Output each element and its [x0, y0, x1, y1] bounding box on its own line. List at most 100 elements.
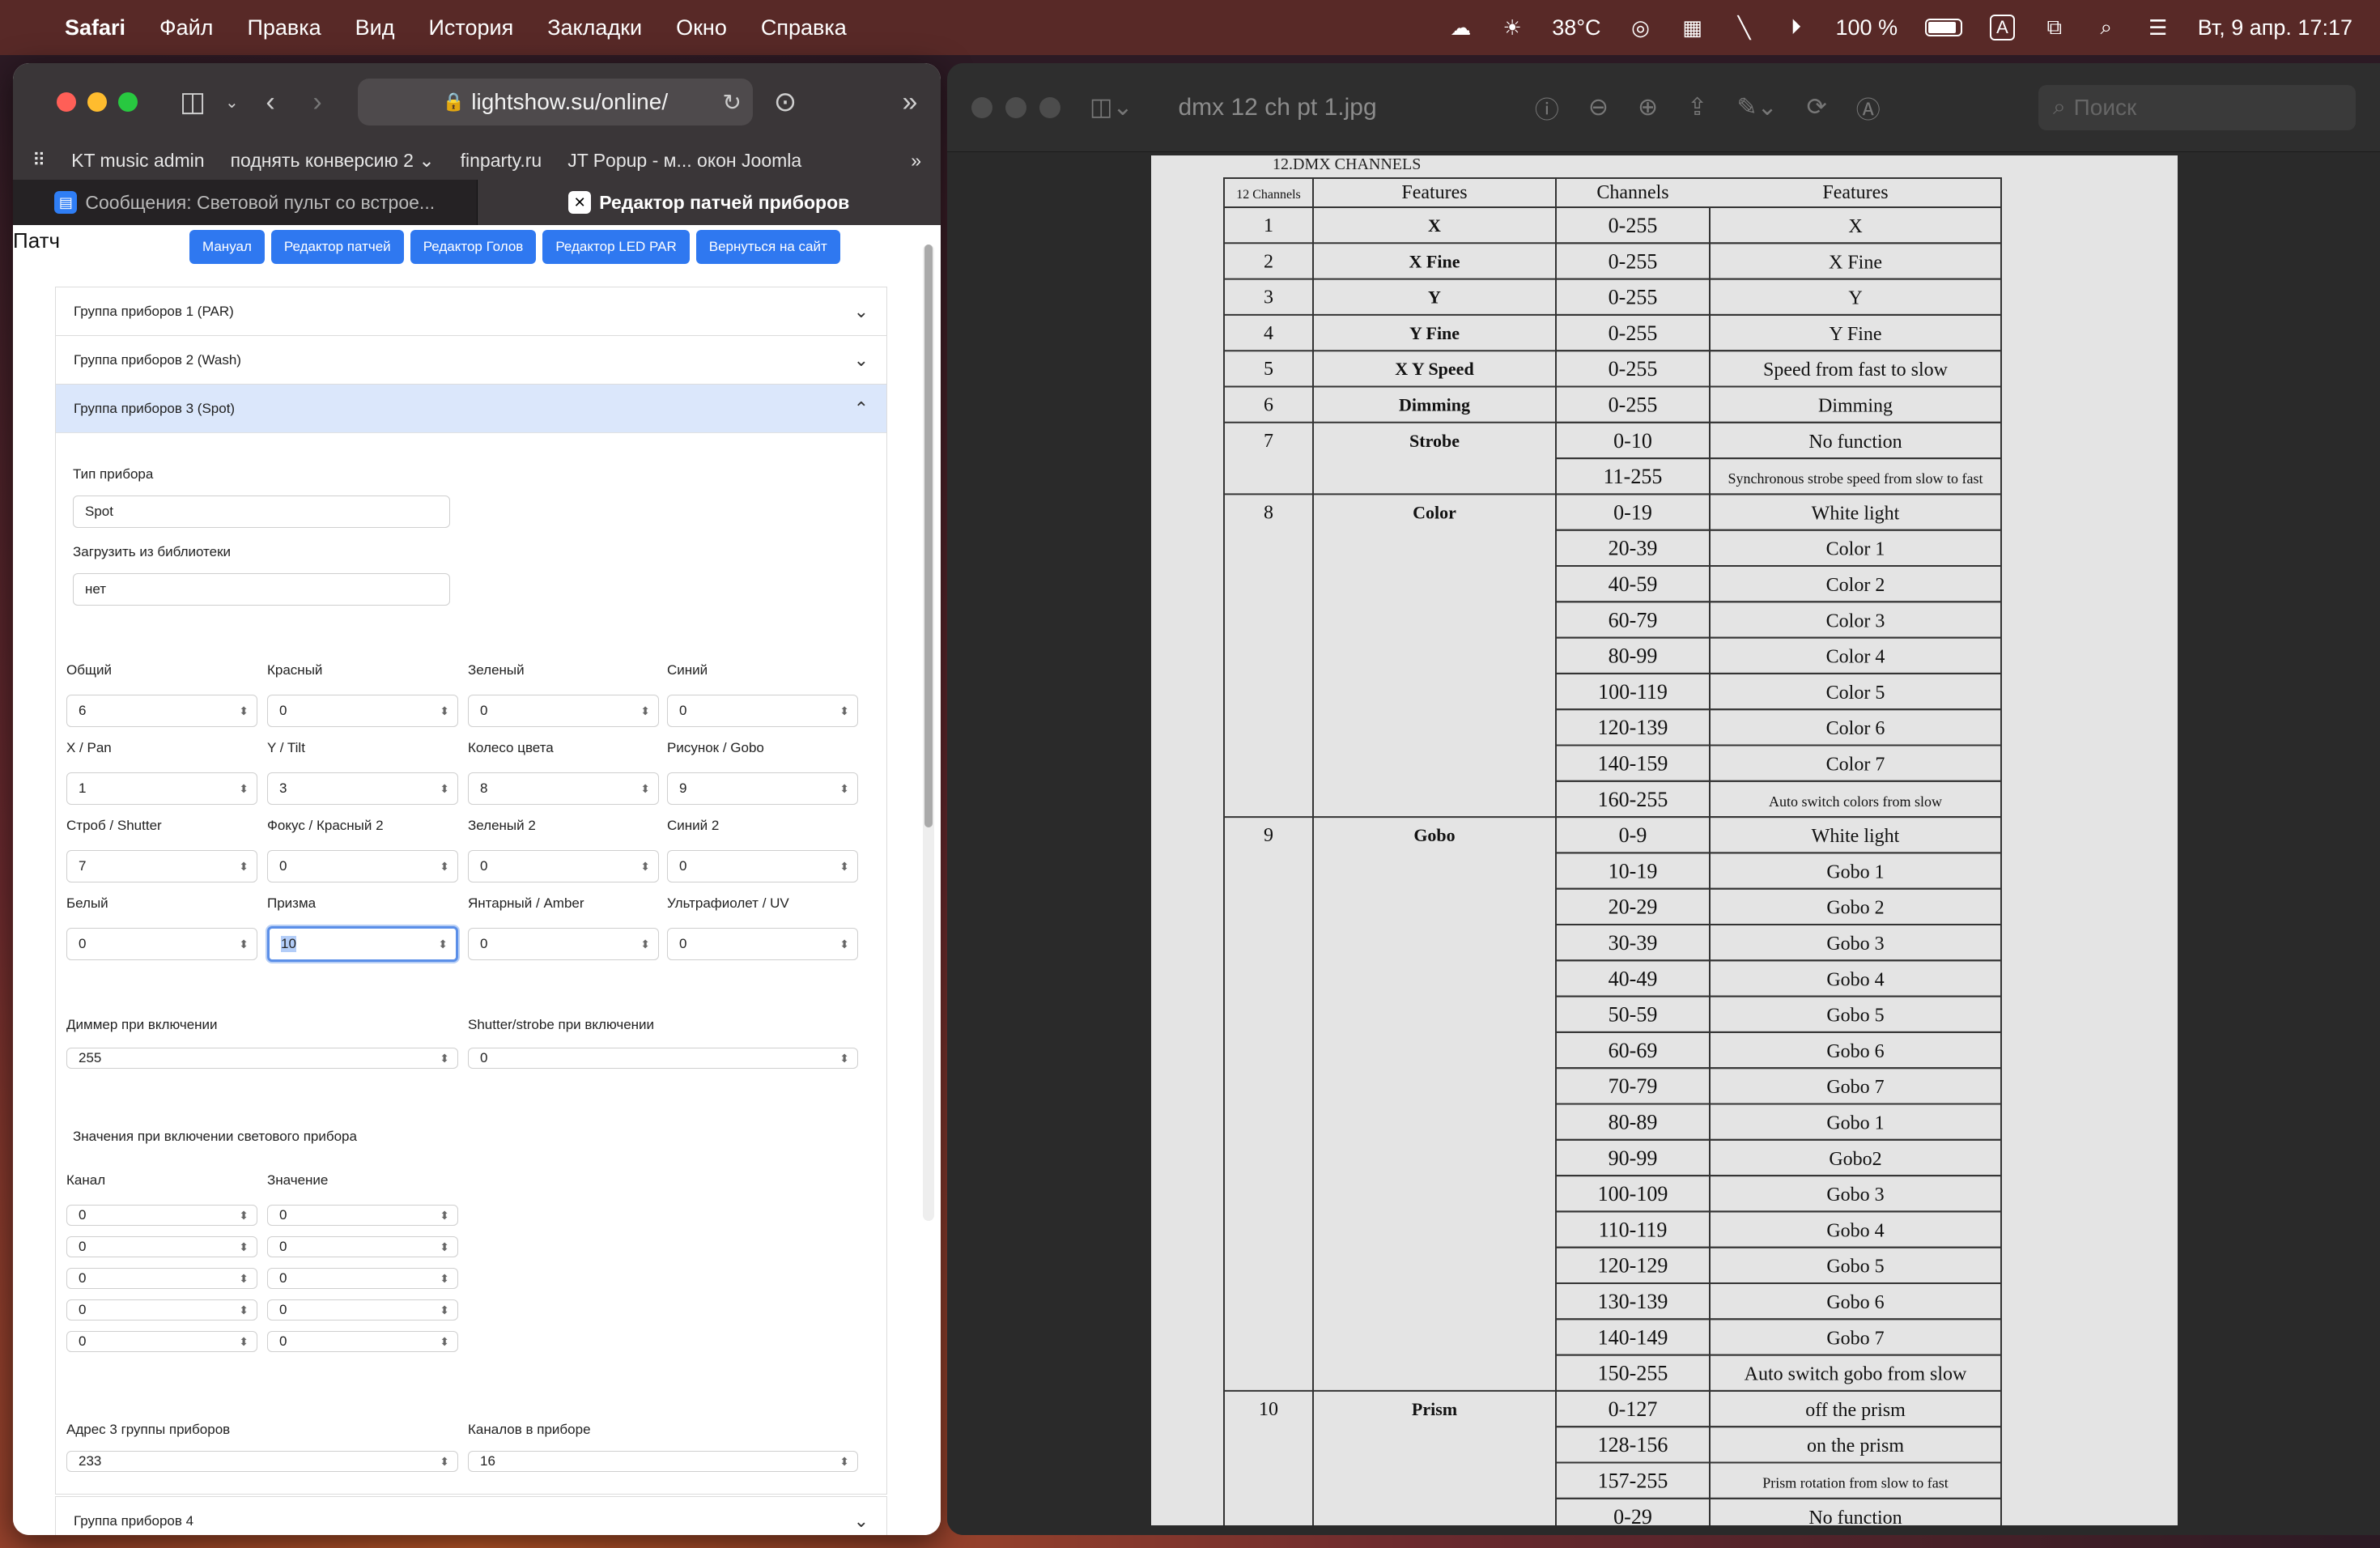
dmx-range: 11-255 — [1604, 465, 1663, 488]
sidebar-icon[interactable]: ◫⌄ — [1090, 93, 1133, 121]
channel-input[interactable]: 0 — [267, 850, 458, 882]
menu-clock[interactable]: Вт, 9 апр. 17:17 — [2198, 15, 2352, 40]
grid-icon[interactable]: ⠿ — [32, 150, 45, 171]
minimize-window-button[interactable] — [87, 92, 107, 112]
channel-input[interactable]: 6 — [66, 695, 257, 727]
startup-value-input[interactable]: 0 — [267, 1236, 458, 1257]
channel-input[interactable]: 0 — [667, 928, 858, 960]
bookmark-item[interactable]: поднять конверсию 2 ⌄ — [231, 150, 435, 172]
led-par-editor-button[interactable]: Редактор LED PAR — [542, 230, 690, 264]
group-2-header[interactable]: Группа приборов 2 (Wash) ⌄ — [56, 336, 886, 385]
channel-label: Белый — [66, 895, 108, 911]
battery-percent[interactable]: 100 % — [1836, 15, 1898, 40]
channel-input[interactable]: 3 — [267, 772, 458, 805]
group-2-accordion[interactable]: Группа приборов 2 (Wash) ⌄ — [55, 335, 887, 385]
prism-channel-input[interactable]: 10 — [267, 926, 458, 962]
back-icon[interactable]: ‹ — [256, 87, 285, 118]
startup-channel-input[interactable]: 0 — [66, 1299, 257, 1320]
pen-icon[interactable]: ╲ — [1732, 14, 1757, 41]
markup-icon[interactable]: ✎⌄ — [1736, 93, 1777, 121]
channel-input[interactable]: 0 — [267, 695, 458, 727]
page-scrollbar[interactable] — [923, 245, 934, 1221]
chevron-down-icon[interactable]: ⌄ — [225, 92, 239, 113]
back-to-site-button[interactable]: Вернуться на сайт — [695, 230, 840, 264]
weather-temp[interactable]: 38°C — [1552, 15, 1600, 40]
heads-editor-button[interactable]: Редактор Голов — [410, 230, 537, 264]
channel-input[interactable]: 0 — [66, 928, 257, 960]
shutter-input[interactable]: 0 — [468, 1048, 858, 1069]
startup-channel-input[interactable]: 0 — [66, 1236, 257, 1257]
menu-bookmarks[interactable]: Закладки — [547, 15, 642, 40]
startup-value-input[interactable]: 0 — [267, 1268, 458, 1289]
bookmarks-more-icon[interactable]: » — [911, 150, 921, 172]
group-4-header[interactable]: Группа приборов 4 ⌄ — [56, 1497, 886, 1535]
minimize-window-button[interactable] — [1005, 96, 1026, 118]
manual-button[interactable]: Мануал — [189, 230, 265, 264]
channels-count-input[interactable]: 16 — [468, 1451, 858, 1472]
group-3-header[interactable]: Группа приборов 3 (Spot) ⌃ — [56, 385, 886, 433]
scrollbar-thumb[interactable] — [924, 245, 933, 827]
menu-edit[interactable]: Правка — [247, 15, 321, 40]
address-input[interactable]: 233 — [66, 1451, 458, 1472]
search-icon[interactable]: ⌕ — [2094, 14, 2119, 41]
airdrop-icon[interactable]: ◎ — [1629, 14, 1653, 41]
channel-input[interactable]: 0 — [667, 850, 858, 882]
library-select[interactable]: нет — [73, 573, 450, 606]
play-icon[interactable]: ⏵ — [1784, 14, 1808, 41]
input-source-icon[interactable]: A — [1990, 15, 2015, 40]
channel-input[interactable]: 0 — [667, 695, 858, 727]
menu-help[interactable]: Справка — [761, 15, 847, 40]
menu-window[interactable]: Окно — [676, 15, 727, 40]
zoom-in-icon[interactable]: ⊕ — [1638, 93, 1658, 121]
startup-channel-input[interactable]: 0 — [66, 1268, 257, 1289]
startup-value-input[interactable]: 0 — [267, 1205, 458, 1226]
bookmark-item[interactable]: JT Popup - м... окон Joomla — [567, 150, 801, 172]
rotate-icon[interactable]: ⟳ — [1807, 93, 1827, 121]
startup-value-input[interactable]: 0 — [267, 1331, 458, 1352]
control-center-icon[interactable]: ☰ — [2146, 14, 2170, 41]
zoom-window-button[interactable] — [1039, 96, 1060, 118]
channel-input[interactable]: 1 — [66, 772, 257, 805]
battery-icon[interactable] — [1925, 19, 1963, 36]
patch-editor-button[interactable]: Редактор патчей — [270, 230, 404, 264]
zoom-window-button[interactable] — [118, 92, 138, 112]
group-1-accordion[interactable]: Группа приборов 1 (PAR) ⌄ — [55, 287, 887, 337]
reload-icon[interactable]: ↻ — [723, 89, 742, 116]
bookmark-item[interactable]: KT music admin — [71, 150, 204, 172]
channel-input[interactable]: 0 — [468, 695, 659, 727]
zoom-out-icon[interactable]: ⊖ — [1588, 93, 1609, 121]
device-type-input[interactable]: Spot — [73, 495, 450, 528]
menu-view[interactable]: Вид — [355, 15, 395, 40]
group-4-accordion[interactable]: Группа приборов 4 ⌄ — [55, 1496, 887, 1535]
weather-icon[interactable]: ☀ — [1500, 14, 1524, 41]
status-app-icon[interactable]: ☁ — [1448, 14, 1473, 41]
close-window-button[interactable] — [971, 96, 992, 118]
screen-mirroring-icon[interactable]: ⧉ — [2042, 14, 2067, 41]
channel-input[interactable]: 9 — [667, 772, 858, 805]
channel-input[interactable]: 7 — [66, 850, 257, 882]
memory-icon[interactable]: ▦ — [1681, 14, 1705, 41]
search-field[interactable]: ⌕ Поиск — [2038, 84, 2356, 130]
close-window-button[interactable] — [57, 92, 76, 112]
tab-patch-editor[interactable]: ✕ Редактор патчей приборов — [477, 180, 941, 225]
sidebar-icon[interactable]: ◫ — [178, 86, 207, 118]
channel-input[interactable]: 8 — [468, 772, 659, 805]
menu-app-name[interactable]: Safari — [65, 15, 125, 40]
startup-channel-input[interactable]: 0 — [66, 1205, 257, 1226]
annotate-icon[interactable]: Ⓐ — [1856, 90, 1881, 125]
more-icon[interactable]: » — [895, 87, 924, 118]
startup-value-input[interactable]: 0 — [267, 1299, 458, 1320]
channel-input[interactable]: 0 — [468, 928, 659, 960]
tab-messages[interactable]: ▤ Сообщения: Световой пульт со встрое... — [13, 180, 478, 225]
dimmer-input[interactable]: 255 — [66, 1048, 458, 1069]
startup-channel-input[interactable]: 0 — [66, 1331, 257, 1352]
bookmark-item[interactable]: finparty.ru — [461, 150, 542, 172]
group-1-header[interactable]: Группа приборов 1 (PAR) ⌄ — [56, 287, 886, 336]
address-bar[interactable]: 🔒 lightshow.su/online/ ↻ — [358, 79, 753, 125]
menu-file[interactable]: Файл — [159, 15, 213, 40]
share-icon[interactable]: ⇪ — [1687, 93, 1707, 121]
channel-input[interactable]: 0 — [468, 850, 659, 882]
menu-history[interactable]: История — [429, 15, 514, 40]
download-icon[interactable]: ⊙ — [771, 86, 800, 118]
info-icon[interactable]: ⓘ — [1535, 90, 1559, 125]
